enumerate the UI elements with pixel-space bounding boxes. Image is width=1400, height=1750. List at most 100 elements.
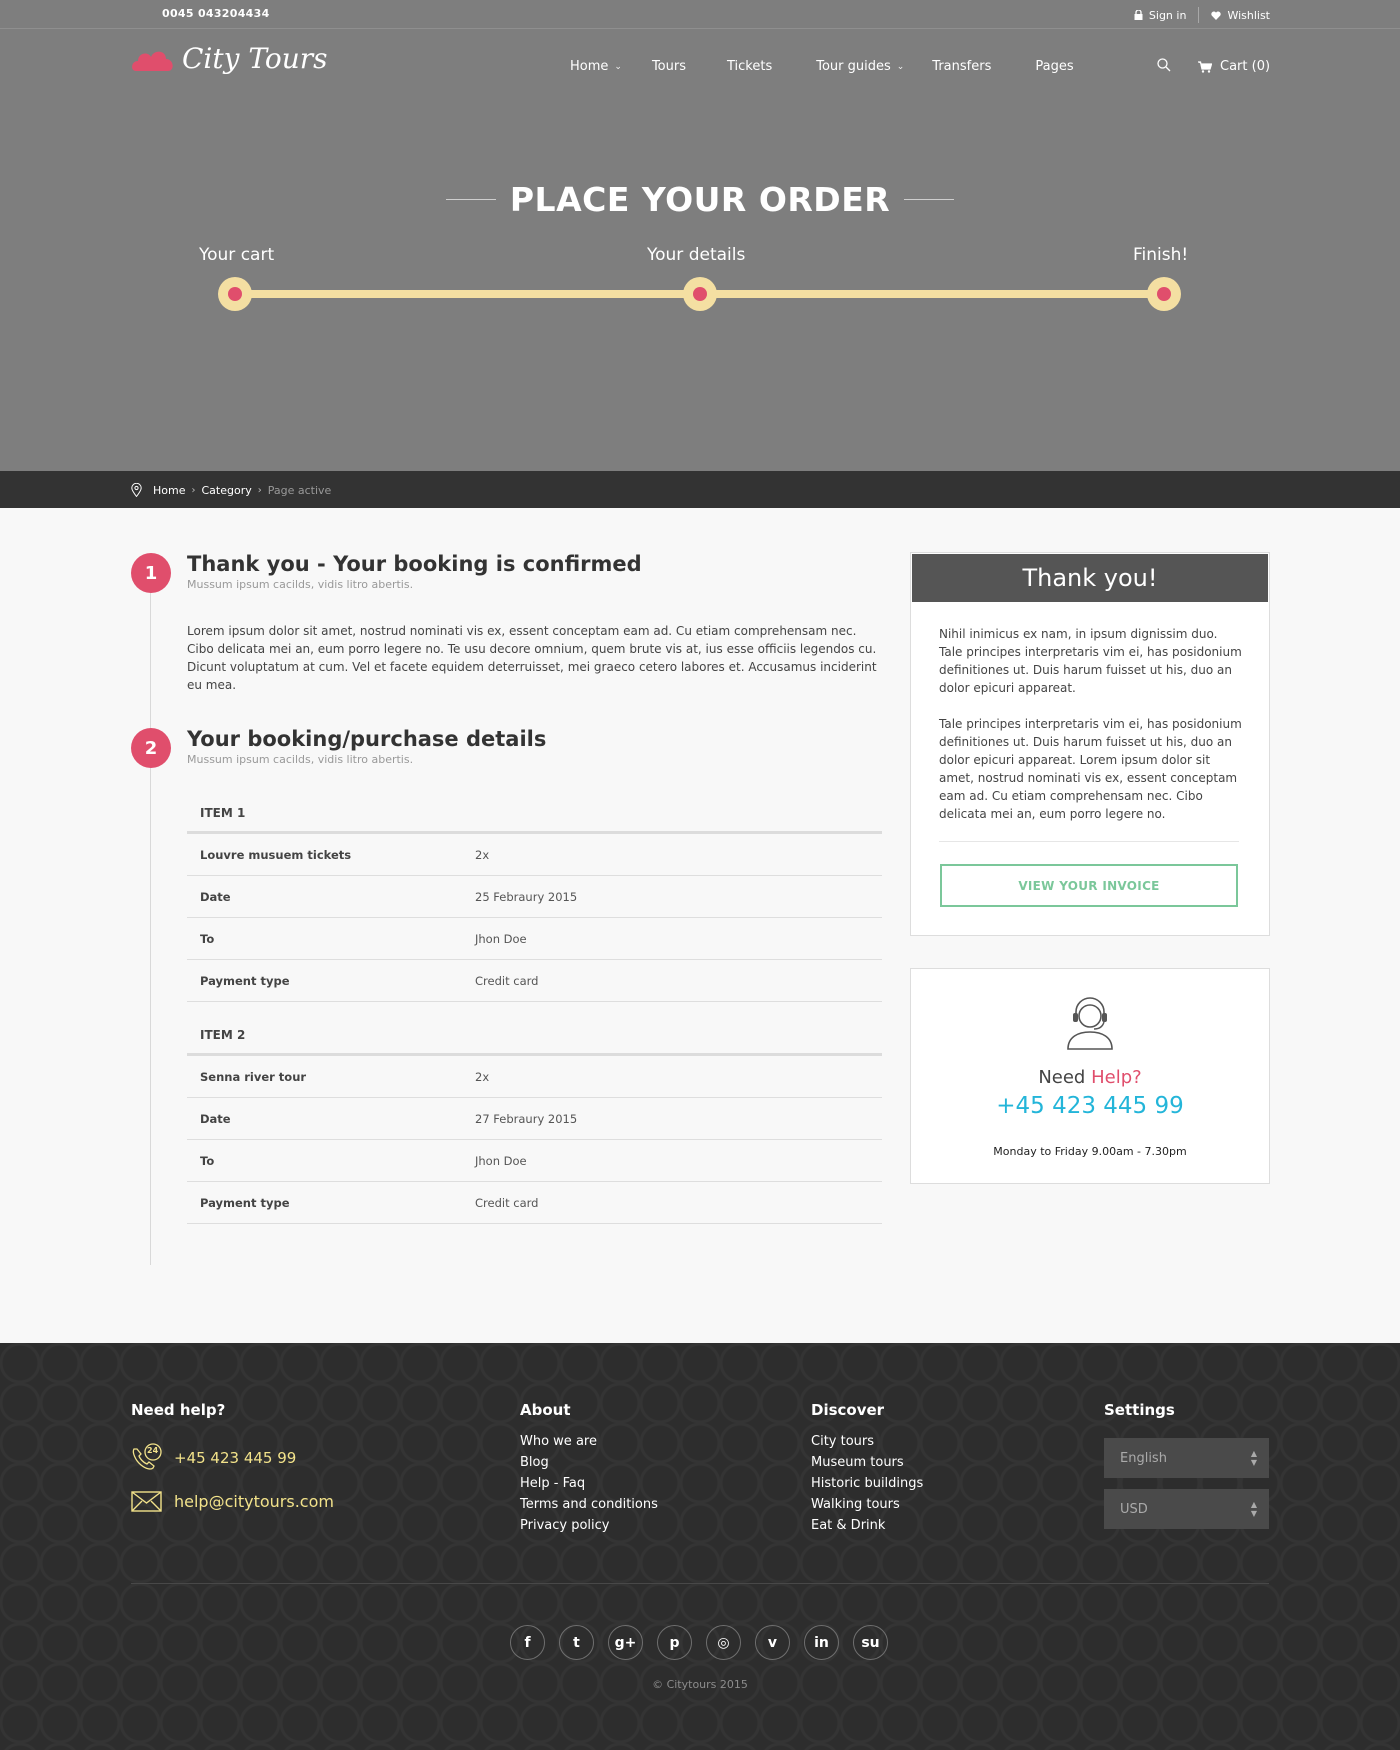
cart-icon [1198,60,1212,73]
vimeo-icon[interactable]: v [755,1625,790,1660]
hero-title-wrap: PLACE YOUR ORDER [0,180,1400,219]
phone-24-icon: 24 [131,1443,162,1472]
footer-link-who-we-are[interactable]: Who we are [520,1431,658,1452]
footer-link-walking-tours[interactable]: Walking tours [811,1494,923,1515]
sign-in-label: Sign in [1148,8,1187,22]
breadcrumb-category[interactable]: Category [201,484,251,497]
breadcrumb-active: Page active [267,483,332,497]
footer-phone-link[interactable]: 24 +45 423 445 99 [131,1443,296,1472]
table-row: Louvre musuem tickets 2x [187,834,882,876]
step-label-details: Your details [647,245,746,265]
breadcrumb-home[interactable]: Home [153,484,185,497]
social-links: f t g+ p ◎ v in su [510,1625,888,1660]
currency-value: USD [1120,1501,1148,1517]
nav-tour-guides-label: Tour guides [816,59,891,74]
booking-table-item-2: ITEM 2 Senna river tour 2x Date 27 Febraur… [187,1016,882,1224]
footer-link-eat-drink[interactable]: Eat & Drink [811,1515,923,1536]
table-header: ITEM 1 [187,794,882,834]
wishlist-link[interactable]: Wishlist [1211,9,1270,22]
divider [939,841,1239,842]
search-button[interactable] [1157,57,1171,76]
step-label-finish: Finish! [1133,245,1189,265]
linkedin-icon[interactable]: in [804,1625,839,1660]
booking-details-subtitle: Mussum ipsum cacilds, vidis litro aberti… [187,753,414,766]
nav-tickets[interactable]: Tickets [727,59,772,74]
footer: Need help? 24 +45 423 445 99 help@cityto… [0,1343,1400,1750]
step-number-2: 2 [131,728,171,768]
table-row: To Jhon Doe [187,918,882,960]
row-value: Jhon Doe [475,1153,527,1168]
footer-link-help-faq[interactable]: Help - Faq [520,1473,658,1494]
footer-email: help@citytours.com [174,1492,334,1511]
row-value: Jhon Doe [475,931,527,946]
hero-title-line-right [904,199,955,200]
select-arrows-icon: ▲ ▼ [1250,1449,1257,1467]
booking-details-title: Your booking/purchase details [187,727,547,751]
main-nav: Home ⌄ Tours Tickets Tour guides ⌄ Transfe… [570,59,1074,74]
thank-you-title: Thank you! [912,554,1268,602]
envelope-icon [131,1491,162,1512]
instagram-icon[interactable]: ◎ [706,1625,741,1660]
footer-link-terms[interactable]: Terms and conditions [520,1494,658,1515]
nav-home[interactable]: Home ⌄ [570,59,622,74]
top-bar: 0045 043204434 Sign in Wishlist [0,0,1400,29]
step-dot-cart [218,277,252,311]
topbar-phone: 0045 043204434 [162,7,270,20]
step-label-cart: Your cart [199,245,275,265]
row-value: Credit card [475,1195,539,1210]
view-invoice-button[interactable]: VIEW YOUR INVOICE [940,864,1238,907]
footer-link-museum-tours[interactable]: Museum tours [811,1452,923,1473]
currency-select[interactable]: USD ▲ ▼ [1104,1489,1269,1529]
row-value: 2x [475,1069,490,1084]
google-plus-icon[interactable]: g+ [608,1625,643,1660]
table-row: To Jhon Doe [187,1140,882,1182]
thank-you-box: Thank you! Nihil inimicus ex nam, in ips… [910,552,1270,936]
copyright: © Citytours 2015 [652,1678,748,1691]
nav-transfers[interactable]: Transfers [932,59,991,74]
chevron-down-icon: ⌄ [614,61,622,72]
footer-discover-list: City tours Museum tours Historic buildin… [811,1431,923,1536]
logo[interactable]: City Tours [132,42,328,75]
footer-link-blog[interactable]: Blog [520,1452,658,1473]
footer-link-privacy[interactable]: Privacy policy [520,1515,658,1536]
main-header: City Tours Home ⌄ Tours Tickets Tour guid… [0,30,1400,105]
page-title: PLACE YOUR ORDER [509,180,891,219]
footer-link-historic-buildings[interactable]: Historic buildings [811,1473,923,1494]
nav-tickets-label: Tickets [726,59,773,74]
language-select[interactable]: English ▲ ▼ [1104,1438,1269,1478]
step-dot-finish [1147,277,1181,311]
cart-link[interactable]: Cart (0) [1198,59,1270,74]
topbar-divider [1198,7,1200,23]
footer-link-city-tours[interactable]: City tours [811,1431,923,1452]
nav-tours[interactable]: Tours [652,59,686,74]
table-row: Date 25 Febraury 2015 [187,876,882,918]
nav-tour-guides[interactable]: Tour guides ⌄ [816,59,904,74]
booking-table-item-1: ITEM 1 Louvre musuem tickets 2x Date 25 Fe… [187,794,882,1002]
row-value: 2x [475,847,490,862]
footer-phone: +45 423 445 99 [174,1448,297,1467]
step-dot-center [228,287,242,301]
twitter-icon[interactable]: t [559,1625,594,1660]
help-phone-link[interactable]: +45 423 445 99 [911,1093,1269,1119]
table-header: ITEM 2 [187,1016,882,1056]
hero-title-line-left [445,199,496,200]
breadcrumb: Home › Category › Page active [0,471,1400,508]
select-arrows-icon: ▲ ▼ [1250,1500,1257,1518]
pinterest-icon[interactable]: p [657,1625,692,1660]
table-row: Payment type Credit card [187,1182,882,1224]
step-dot-details [683,277,717,311]
nav-pages[interactable]: Pages [1035,59,1073,74]
confirmation-subtitle: Mussum ipsum cacilds, vidis litro aberti… [187,578,414,591]
footer-need-help-title: Need help? [131,1401,226,1419]
nav-pages-label: Pages [1035,59,1074,74]
footer-email-link[interactable]: help@citytours.com [131,1491,334,1512]
row-value: Credit card [475,973,539,988]
facebook-icon[interactable]: f [510,1625,545,1660]
search-icon [1157,58,1171,72]
confirmation-text: Lorem ipsum dolor sit amet, nostrud nomi… [187,624,877,692]
sign-in-link[interactable]: Sign in [1134,8,1187,22]
need-help-text: Need [1038,1067,1086,1088]
nav-transfers-label: Transfers [932,59,992,74]
nav-tours-label: Tours [651,59,686,74]
stumbleupon-icon[interactable]: su [853,1625,888,1660]
